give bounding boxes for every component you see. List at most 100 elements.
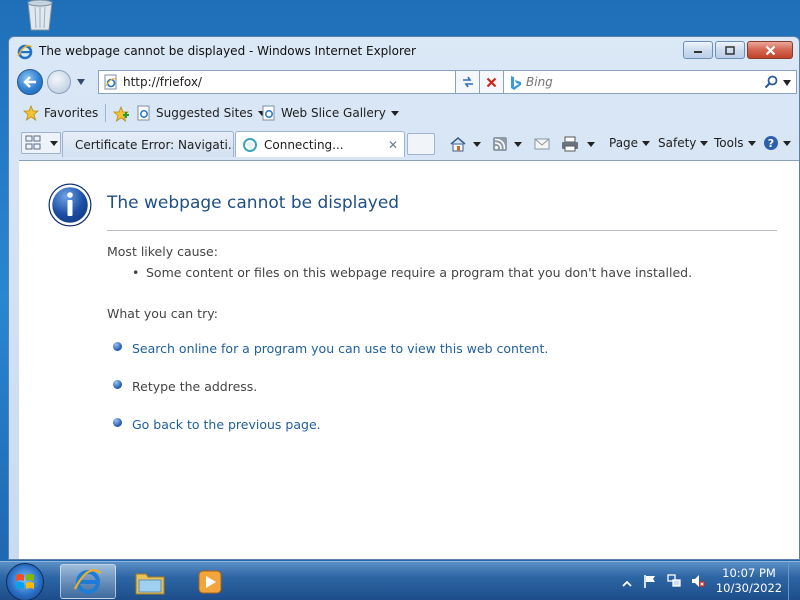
stop-icon (486, 77, 497, 87)
feeds-icon[interactable] (493, 137, 507, 151)
web-slice-gallery-link[interactable]: Web Slice Gallery (262, 103, 399, 123)
address-bar[interactable]: http://friefox/ (98, 70, 496, 94)
window-title: The webpage cannot be displayed - Window… (39, 44, 416, 58)
taskbar-media-player[interactable] (182, 564, 238, 599)
taskbar: 10:07 PM 10/30/2022 (0, 561, 800, 600)
navigation-bar: http://friefox/ (9, 67, 799, 97)
folder-icon (135, 573, 165, 594)
maximize-button[interactable] (715, 41, 745, 59)
back-button[interactable] (17, 69, 43, 95)
bullet-icon (113, 418, 122, 427)
ie-window: The webpage cannot be displayed - Window… (8, 36, 800, 560)
forward-button[interactable] (47, 70, 71, 94)
favorites-star-icon (23, 105, 39, 121)
suggested-sites-label: Suggested Sites (156, 106, 253, 120)
taskbar-windows-explorer[interactable] (122, 564, 178, 599)
favorites-button[interactable]: Favorites (23, 103, 98, 123)
windows-logo-icon (16, 574, 34, 589)
tab-label: Connecting... (264, 137, 344, 152)
show-hidden-icons-icon[interactable] (620, 577, 634, 591)
print-dropdown-icon[interactable] (587, 142, 595, 147)
bullet-icon (113, 380, 122, 389)
list-item: Retype the address. (113, 379, 257, 394)
safety-menu[interactable]: Safety (658, 133, 709, 153)
refresh-button[interactable] (455, 70, 480, 94)
favorites-bar: Favorites Suggested Sites Web Slice Gall… (9, 99, 799, 127)
divider (107, 230, 777, 231)
clock-date: 10/30/2022 (715, 581, 783, 595)
cause-label: Most likely cause: (107, 244, 218, 259)
url-text[interactable]: http://friefox/ (123, 75, 202, 89)
info-icon (48, 183, 92, 227)
page-menu[interactable]: Page (609, 133, 651, 153)
action-center-flag-icon[interactable] (643, 574, 657, 588)
network-icon[interactable] (667, 574, 681, 588)
show-desktop-button[interactable] (788, 562, 800, 600)
close-icon (765, 45, 775, 55)
bing-icon (511, 76, 521, 90)
cause-item: • Some content or files on this webpage r… (132, 265, 692, 280)
read-mail-icon[interactable] (534, 138, 550, 150)
feeds-dropdown-icon[interactable] (514, 142, 522, 147)
chevron-down-icon (642, 140, 651, 146)
add-to-favorites-bar-icon[interactable] (112, 106, 130, 122)
tab-connecting[interactable]: Connecting... ✕ (235, 131, 405, 157)
tab-certificate-error[interactable]: Certificate Error: Navigati... (62, 131, 234, 157)
quick-tabs-icon (25, 135, 41, 150)
taskbar-internet-explorer[interactable] (60, 564, 116, 599)
stop-button[interactable] (479, 70, 504, 94)
search-input[interactable] (526, 74, 756, 90)
tools-menu[interactable]: Tools (714, 133, 756, 153)
page-content: The webpage cannot be displayed Most lik… (19, 160, 799, 559)
list-item: Search online for a program you can use … (113, 341, 548, 356)
chevron-down-icon (783, 140, 791, 146)
minimize-button[interactable] (683, 41, 713, 59)
page-icon (262, 105, 275, 121)
close-window-button[interactable] (747, 41, 793, 59)
help-menu[interactable]: ? (763, 133, 791, 153)
bullet-dot: • (132, 265, 140, 280)
svg-text:?: ? (768, 137, 774, 150)
search-online-link[interactable]: Search online for a program you can use … (132, 341, 548, 356)
tools-menu-label: Tools (714, 136, 744, 150)
home-dropdown-icon[interactable] (473, 142, 481, 147)
cause-text: Some content or files on this webpage re… (146, 265, 693, 280)
media-player-icon (198, 570, 222, 593)
recent-pages-dropdown-icon[interactable] (77, 79, 85, 85)
ie-logo-icon (17, 44, 33, 60)
try-label: What you can try: (107, 306, 218, 321)
go-back-link[interactable]: Go back to the previous page. (132, 417, 321, 432)
volume-muted-icon[interactable] (691, 574, 705, 588)
page-menu-label: Page (609, 136, 639, 150)
title-bar[interactable]: The webpage cannot be displayed - Window… (9, 37, 799, 67)
maximize-icon (725, 45, 735, 55)
safety-menu-label: Safety (658, 136, 697, 150)
minimize-icon (694, 51, 702, 53)
search-icon[interactable] (764, 75, 778, 89)
page-title: The webpage cannot be displayed (107, 193, 400, 213)
retype-address-text: Retype the address. (132, 379, 258, 394)
web-slice-gallery-label: Web Slice Gallery (281, 106, 386, 120)
search-options-dropdown-icon[interactable] (783, 80, 791, 86)
system-clock[interactable]: 10:07 PM 10/30/2022 (714, 566, 784, 596)
new-tab-button[interactable] (407, 133, 435, 155)
favorites-label: Favorites (44, 106, 99, 120)
tab-label: Certificate Error: Navigati... (75, 137, 234, 152)
start-button[interactable] (6, 563, 44, 600)
chevron-down-icon (747, 140, 756, 146)
search-box[interactable] (503, 70, 797, 94)
refresh-icon (462, 76, 473, 88)
page-icon (104, 74, 117, 90)
recycle-bin-icon[interactable] (22, 0, 58, 32)
chevron-down-icon (390, 110, 399, 116)
print-icon[interactable] (561, 136, 579, 152)
suggested-sites-link[interactable]: Suggested Sites (137, 103, 266, 123)
quick-tabs-button[interactable] (21, 132, 61, 154)
close-tab-icon[interactable]: ✕ (388, 138, 398, 152)
chevron-down-icon (700, 140, 709, 146)
loading-spinner-icon (243, 137, 257, 152)
home-icon[interactable] (449, 136, 467, 152)
tab-bar: Certificate Error: Navigati... Connectin… (9, 129, 799, 159)
clock-time: 10:07 PM (722, 566, 776, 580)
tab-list-dropdown-icon[interactable] (50, 141, 58, 146)
